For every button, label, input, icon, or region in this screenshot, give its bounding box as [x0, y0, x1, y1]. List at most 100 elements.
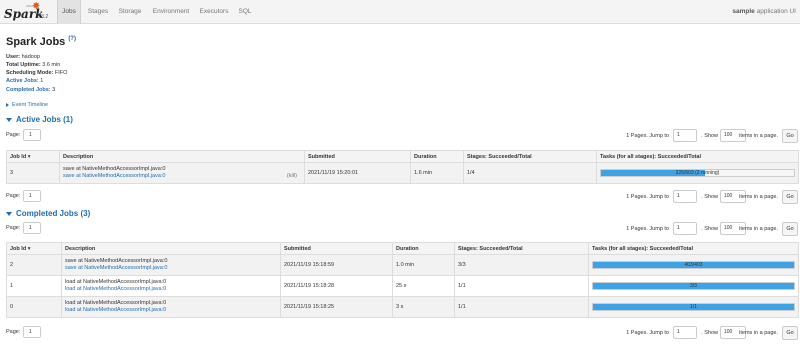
- col-stages[interactable]: Stages: Succeeded/Total: [454, 242, 589, 255]
- jump-to-input[interactable]: 1: [673, 326, 697, 339]
- summary-uptime: Total Uptime: 3.6 min: [6, 62, 60, 68]
- job-submitted: 2021/11/19 15:18:28: [280, 275, 393, 297]
- items-per-page-text: items in a page.: [739, 330, 778, 336]
- pages-jump-text: 1 Pages. Jump to: [626, 330, 669, 336]
- show-text: . Show: [701, 226, 718, 232]
- top-navbar: APACHE Spark ✸ 3.3.2 Jobs Stages Storage…: [0, 0, 800, 24]
- logo-star-icon: ✸: [32, 1, 41, 12]
- job-duration: 3 s: [392, 296, 455, 318]
- job-description-link[interactable]: save at NativeMethodAccessorImpl.java:0: [65, 265, 277, 272]
- col-job-id[interactable]: Job Id ▾: [6, 242, 62, 255]
- progress-text: 326/603 (2 running): [675, 170, 720, 176]
- page-number-input[interactable]: 1: [23, 222, 41, 234]
- summary-user: User: hadoop: [6, 54, 40, 60]
- kill-link[interactable]: (kill): [287, 173, 297, 180]
- summary-mode-value: FIFO: [53, 70, 68, 76]
- summary-uptime-value: 3.6 min: [40, 62, 61, 68]
- active-jobs-pager-top: Page: 1 1 Pages. Jump to 1 . Show 100 it…: [6, 129, 798, 143]
- job-submitted: 2021/11/19 15:20:01: [304, 162, 411, 184]
- job-tasks: 326/603 (2 running): [596, 162, 799, 184]
- col-job-id[interactable]: Job Id ▾: [6, 150, 60, 163]
- task-progress-bar: 403/403: [592, 261, 795, 269]
- summary-active-jobs[interactable]: Active Jobs: 1: [6, 78, 43, 84]
- col-submitted[interactable]: Submitted: [304, 150, 411, 163]
- page-title-text: Spark Jobs: [6, 36, 66, 48]
- completed-jobs-link[interactable]: Completed Jobs:: [6, 87, 51, 93]
- tab-environment[interactable]: Environment: [149, 0, 193, 24]
- active-jobs-table: Job Id ▾ Description Submitted Duration …: [6, 150, 799, 184]
- spark-logo[interactable]: APACHE Spark ✸ 3.3.2: [4, 1, 54, 23]
- tab-jobs[interactable]: Jobs: [57, 0, 81, 24]
- completed-jobs-pager-top: Page: 1 1 Pages. Jump to 1 . Show 100 it…: [6, 222, 798, 236]
- completed-jobs-heading-text: Completed Jobs (3): [16, 209, 91, 218]
- summary-completed-jobs[interactable]: Completed Jobs: 3: [6, 87, 55, 93]
- summary-user-value: hadoop: [20, 54, 40, 60]
- job-tasks: 3/3: [588, 275, 799, 297]
- summary-mode-label: Scheduling Mode:: [6, 70, 54, 76]
- pages-jump-text: 1 Pages. Jump to: [626, 133, 669, 139]
- col-description[interactable]: Description: [61, 242, 281, 255]
- event-timeline-toggle[interactable]: Event Timeline: [6, 102, 48, 108]
- completed-jobs-heading[interactable]: Completed Jobs (3): [6, 209, 90, 218]
- completed-jobs-table: Job Id ▾ Description Submitted Duration …: [6, 242, 799, 318]
- pages-jump-text: 1 Pages. Jump to: [626, 226, 669, 232]
- help-link[interactable]: (?): [68, 36, 76, 42]
- show-text: . Show: [701, 133, 718, 139]
- job-submitted: 2021/11/19 15:18:59: [280, 254, 393, 276]
- job-description-text: save at NativeMethodAccessorImpl.java:0: [65, 258, 168, 264]
- summary-uptime-label: Total Uptime:: [6, 62, 41, 68]
- job-description-link-text[interactable]: save at NativeMethodAccessorImpl.java:0: [63, 173, 165, 179]
- job-description-link[interactable]: load at NativeMethodAccessorImpl.java:0: [65, 286, 277, 293]
- page-label: Page:: [6, 225, 21, 231]
- job-description: load at NativeMethodAccessorImpl.java:0 …: [61, 296, 281, 318]
- go-button[interactable]: Go: [782, 222, 798, 236]
- jump-to-input[interactable]: 1: [673, 190, 697, 203]
- col-duration[interactable]: Duration: [392, 242, 455, 255]
- tab-stages[interactable]: Stages: [84, 0, 112, 24]
- active-jobs-heading[interactable]: Active Jobs (1): [6, 115, 73, 124]
- job-id: 1: [6, 275, 62, 297]
- page-number-input[interactable]: 1: [23, 326, 41, 338]
- app-name-suffix: application UI: [754, 8, 796, 15]
- col-stages[interactable]: Stages: Succeeded/Total: [463, 150, 597, 163]
- jump-to-input[interactable]: 1: [673, 129, 697, 142]
- col-duration[interactable]: Duration: [410, 150, 464, 163]
- job-stages: 1/4: [463, 162, 597, 184]
- col-description[interactable]: Description: [59, 150, 305, 163]
- go-button[interactable]: Go: [782, 190, 798, 204]
- col-submitted[interactable]: Submitted: [280, 242, 393, 255]
- col-tasks[interactable]: Tasks (for all stages): Succeeded/Total: [588, 242, 799, 255]
- table-row: 0 load at NativeMethodAccessorImpl.java:…: [6, 296, 799, 318]
- page-title: Spark Jobs (?): [6, 36, 76, 48]
- active-jobs-pager-bottom: Page: 1 1 Pages. Jump to 1 . Show 100 it…: [6, 190, 798, 204]
- table-row: 3 save at NativeMethodAccessorImpl.java:…: [6, 162, 799, 184]
- job-description: load at NativeMethodAccessorImpl.java:0 …: [61, 275, 281, 297]
- pages-jump-text: 1 Pages. Jump to: [626, 194, 669, 200]
- progress-text: 3/3: [690, 283, 697, 289]
- page-label: Page:: [6, 329, 21, 335]
- tab-executors[interactable]: Executors: [196, 0, 232, 24]
- job-description-text: load at NativeMethodAccessorImpl.java:0: [65, 279, 167, 285]
- job-stages: 3/3: [454, 254, 589, 276]
- collapse-caret-icon: [6, 211, 12, 216]
- tab-storage[interactable]: Storage: [114, 0, 146, 24]
- table-row: 2 save at NativeMethodAccessorImpl.java:…: [6, 254, 799, 276]
- job-stages: 1/1: [454, 275, 589, 297]
- expand-arrow-icon: [6, 102, 9, 107]
- page-number-input[interactable]: 1: [23, 190, 41, 202]
- job-tasks: 403/403: [588, 254, 799, 276]
- go-button[interactable]: Go: [782, 326, 798, 340]
- completed-jobs-count: 3: [50, 87, 56, 93]
- job-duration: 1.6 min: [410, 162, 464, 184]
- go-button[interactable]: Go: [782, 129, 798, 143]
- jump-to-input[interactable]: 1: [673, 222, 697, 235]
- job-description-link[interactable]: save at NativeMethodAccessorImpl.java:0 (…: [63, 173, 301, 180]
- active-jobs-heading-text: Active Jobs (1): [16, 115, 73, 124]
- active-jobs-link[interactable]: Active Jobs:: [6, 78, 39, 84]
- job-description-text: load at NativeMethodAccessorImpl.java:0: [65, 300, 167, 306]
- col-tasks[interactable]: Tasks (for all stages): Succeeded/Total: [596, 150, 799, 163]
- tab-sql[interactable]: SQL: [234, 0, 256, 24]
- progress-text: 1/1: [690, 304, 697, 310]
- job-description-link[interactable]: load at NativeMethodAccessorImpl.java:0: [65, 307, 277, 314]
- page-number-input[interactable]: 1: [23, 129, 41, 141]
